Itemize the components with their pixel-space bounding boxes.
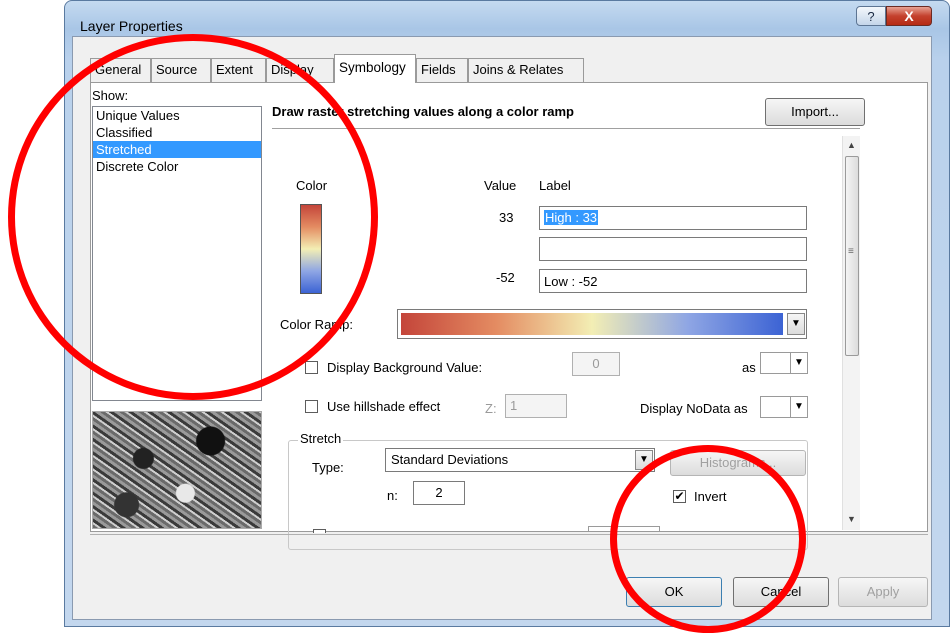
- high-value: 33: [499, 210, 514, 225]
- mid-label-field[interactable]: [539, 237, 807, 261]
- chevron-down-icon[interactable]: ▼: [790, 353, 807, 373]
- renderer-list[interactable]: Unique Values Classified Stretched Discr…: [92, 106, 262, 401]
- tab-extent[interactable]: Extent: [211, 58, 266, 82]
- scroll-up-arrow-icon[interactable]: ▲: [847, 140, 856, 150]
- chevron-down-icon[interactable]: ▼: [790, 397, 807, 417]
- tab-fields[interactable]: Fields: [416, 58, 468, 82]
- color-header: Color: [296, 178, 328, 193]
- invert-label: Invert: [694, 489, 727, 504]
- ok-button[interactable]: OK: [626, 577, 722, 607]
- n-label: n:: [387, 488, 398, 503]
- stretch-type-select[interactable]: Standard Deviations ▼: [385, 448, 655, 472]
- tab-joins-relates[interactable]: Joins & Relates: [468, 58, 584, 82]
- display-background-label: Display Background Value:: [327, 360, 483, 375]
- type-label: Type:: [312, 460, 344, 475]
- chevron-down-icon[interactable]: ▼: [787, 313, 805, 335]
- tab-general[interactable]: General: [90, 58, 151, 82]
- label-header: Label: [539, 178, 571, 193]
- color-ramp-label: Color Ramp:: [280, 317, 353, 332]
- dialog-title: Layer Properties: [80, 18, 183, 34]
- nodata-label: Display NoData as: [640, 401, 748, 416]
- background-color-dropdown[interactable]: ▼: [760, 352, 808, 374]
- z-factor-field[interactable]: 1: [505, 394, 567, 418]
- color-ramp-preview: [401, 313, 783, 335]
- list-item-stretched[interactable]: Stretched: [93, 141, 261, 158]
- list-item-unique-values[interactable]: Unique Values: [93, 107, 261, 124]
- background-as-label: as: [742, 360, 756, 375]
- description-divider: [272, 128, 860, 129]
- scroll-grip-icon: ≡: [848, 246, 854, 257]
- low-label-field[interactable]: Low : -52: [539, 269, 807, 293]
- display-background-checkbox[interactable]: [305, 361, 318, 374]
- list-item-discrete-color[interactable]: Discrete Color: [93, 158, 261, 175]
- color-ramp-swatch[interactable]: [300, 204, 322, 294]
- z-label: Z:: [485, 401, 497, 416]
- cancel-button[interactable]: Cancel: [733, 577, 829, 607]
- histograms-button[interactable]: Histograms...: [670, 450, 806, 476]
- color-ramp-dropdown[interactable]: ▼: [397, 309, 807, 339]
- scroll-down-arrow-icon[interactable]: ▼: [847, 514, 856, 524]
- hillshade-checkbox[interactable]: [305, 400, 318, 413]
- high-label-field[interactable]: High : 33: [539, 206, 807, 230]
- value-header: Value: [484, 178, 517, 193]
- tab-symbology[interactable]: Symbology: [334, 54, 416, 83]
- invert-checkbox[interactable]: ✔: [673, 490, 686, 503]
- raster-preview-thumbnail: [92, 411, 262, 529]
- background-value-field[interactable]: 0: [572, 352, 620, 376]
- clipped-field: [588, 526, 660, 532]
- chevron-down-icon[interactable]: ▼: [635, 450, 653, 470]
- nodata-color-dropdown[interactable]: ▼: [760, 396, 808, 418]
- apply-button[interactable]: Apply: [838, 577, 928, 607]
- show-label: Show:: [92, 88, 129, 103]
- clipped-checkbox[interactable]: [313, 529, 326, 533]
- footer-divider: [90, 534, 928, 535]
- n-stddev-field[interactable]: 2: [413, 481, 465, 505]
- help-button[interactable]: ?: [856, 6, 886, 26]
- hillshade-label: Use hillshade effect: [327, 399, 441, 414]
- import-button[interactable]: Import...: [765, 98, 865, 126]
- tab-display[interactable]: Display: [266, 58, 334, 82]
- list-item-classified[interactable]: Classified: [93, 124, 261, 141]
- renderer-description: Draw raster stretching values along a co…: [272, 104, 574, 119]
- close-button[interactable]: X: [886, 6, 932, 26]
- tab-source[interactable]: Source: [151, 58, 211, 82]
- low-value: -52: [496, 270, 515, 285]
- stretch-type-value: Standard Deviations: [391, 452, 509, 467]
- stretch-group-label: Stretch: [298, 431, 344, 446]
